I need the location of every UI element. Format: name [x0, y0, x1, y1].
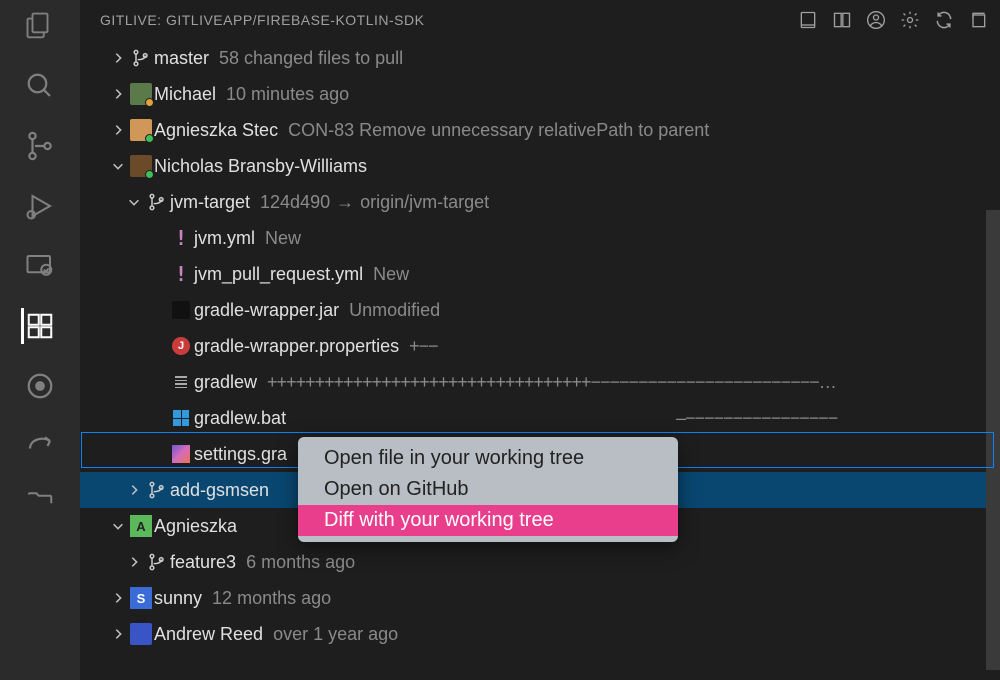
avatar — [130, 155, 152, 177]
branch-name: feature3 — [170, 552, 236, 573]
user-name: Nicholas Bransby-Williams — [154, 156, 367, 177]
diff-marks: ++++++++++++++++++++++++++++++++++−−−−−−… — [267, 372, 836, 393]
user-name: Michael — [154, 84, 216, 105]
user-name: Andrew Reed — [154, 624, 263, 645]
tree-row-file[interactable]: ! jvm.yml New — [80, 220, 1000, 256]
chevron-right-icon[interactable] — [108, 87, 128, 101]
file-name: jvm_pull_request.yml — [194, 264, 363, 285]
chevron-right-icon[interactable] — [108, 627, 128, 641]
tree-view: master 58 changed files to pull Michael … — [80, 40, 1000, 680]
tree-row-user-agnieszka-stec[interactable]: Agnieszka Stec CON-83 Remove unnecessary… — [80, 112, 1000, 148]
tree-row-branch-jvm-target[interactable]: jvm-target 124d490 → origin/jvm-target — [80, 184, 1000, 220]
share-icon[interactable] — [22, 428, 58, 464]
avatar-letter: S — [130, 587, 152, 609]
timestamp: 10 minutes ago — [226, 84, 349, 105]
files-icon[interactable] — [22, 8, 58, 44]
yaml-icon: ! — [172, 265, 190, 283]
file-name: settings.gra — [194, 444, 287, 465]
chevron-right-icon[interactable] — [124, 483, 144, 497]
file-name: gradle-wrapper.jar — [194, 300, 339, 321]
run-debug-icon[interactable] — [22, 188, 58, 224]
collapse-icon[interactable] — [968, 10, 988, 30]
split-icon[interactable] — [832, 10, 852, 30]
source-control-icon[interactable] — [22, 128, 58, 164]
windows-icon — [173, 410, 189, 426]
chevron-down-icon[interactable] — [108, 519, 128, 533]
chevron-down-icon[interactable] — [124, 195, 144, 209]
file-status: Unmodified — [349, 300, 440, 321]
account-icon[interactable] — [866, 10, 886, 30]
scrollbar[interactable] — [986, 210, 1000, 670]
commit-hash: 124d490 — [260, 192, 330, 213]
gear-icon[interactable] — [900, 10, 920, 30]
user-name: Agnieszka Stec — [154, 120, 278, 141]
avatar-letter: A — [130, 515, 152, 537]
avatar — [130, 623, 152, 645]
file-name: jvm.yml — [194, 228, 255, 249]
branch-sublabel: 58 changed files to pull — [219, 48, 403, 69]
tree-row-user-andrew[interactable]: Andrew Reed over 1 year ago — [80, 616, 1000, 652]
menu-item-open-github[interactable]: Open on GitHub — [298, 474, 678, 505]
yaml-icon: ! — [172, 229, 190, 247]
commit-msg: CON-83 Remove unnecessary relativePath t… — [288, 120, 709, 141]
tree-row-user-sunny[interactable]: S sunny 12 months ago — [80, 580, 1000, 616]
file-name: gradle-wrapper.properties — [194, 336, 399, 357]
arrow: → — [336, 192, 354, 213]
file-status: New — [265, 228, 301, 249]
branch-name: jvm-target — [170, 192, 250, 213]
tree-row-user-michael[interactable]: Michael 10 minutes ago — [80, 76, 1000, 112]
tree-row-file[interactable]: gradlew ++++++++++++++++++++++++++++++++… — [80, 364, 1000, 400]
folder-icon[interactable] — [22, 484, 58, 520]
chevron-right-icon[interactable] — [124, 555, 144, 569]
search-icon[interactable] — [22, 68, 58, 104]
file-status: New — [373, 264, 409, 285]
user-name: Agnieszka — [154, 516, 237, 537]
java-props-icon: J — [172, 337, 190, 355]
branch-name: master — [154, 48, 209, 69]
branch-name: add-gsmsen — [170, 480, 269, 501]
tree-row-file[interactable]: ! jvm_pull_request.yml New — [80, 256, 1000, 292]
text-file-icon — [173, 374, 189, 390]
menu-item-diff-working-tree[interactable]: Diff with your working tree — [298, 505, 678, 536]
avatar — [130, 83, 152, 105]
extensions-icon[interactable] — [21, 308, 57, 344]
chevron-right-icon[interactable] — [108, 123, 128, 137]
tree-row-branch-feature3[interactable]: feature3 6 months ago — [80, 544, 1000, 580]
kotlin-icon — [172, 445, 190, 463]
menu-item-open-file[interactable]: Open file in your working tree — [298, 443, 678, 474]
tree-row-master[interactable]: master 58 changed files to pull — [80, 40, 1000, 76]
remote-branch: origin/jvm-target — [360, 192, 489, 213]
timestamp: 6 months ago — [246, 552, 355, 573]
panel-title: GITLIVE: GITLIVEAPP/FIREBASE-KOTLIN-SDK — [100, 12, 424, 28]
file-name: gradlew — [194, 372, 257, 393]
timestamp: over 1 year ago — [273, 624, 398, 645]
header-actions — [798, 10, 988, 30]
avatar — [130, 119, 152, 141]
context-menu: Open file in your working tree Open on G… — [298, 437, 678, 542]
tree-row-file[interactable]: gradle-wrapper.jar Unmodified — [80, 292, 1000, 328]
panel-header: GITLIVE: GITLIVEAPP/FIREBASE-KOTLIN-SDK — [80, 0, 1000, 40]
chevron-down-icon[interactable] — [108, 159, 128, 173]
remote-explorer-icon[interactable] — [22, 248, 58, 284]
gitlens-icon[interactable] — [22, 368, 58, 404]
chevron-right-icon[interactable] — [108, 51, 128, 65]
file-name: gradlew.bat — [194, 408, 286, 429]
tree-row-file[interactable]: J gradle-wrapper.properties +−− — [80, 328, 1000, 364]
refresh-icon[interactable] — [934, 10, 954, 30]
book-icon[interactable] — [798, 10, 818, 30]
timestamp: 12 months ago — [212, 588, 331, 609]
tree-row-file-gradlew-bat[interactable]: gradlew.bat –−−−−−−−−−−−−−−−− — [80, 400, 1000, 436]
tree-row-user-nicholas[interactable]: Nicholas Bransby-Williams — [80, 148, 1000, 184]
activity-bar — [0, 0, 80, 680]
jar-icon — [172, 301, 190, 319]
diff-marks: –−−−−−−−−−−−−−−−− — [676, 408, 837, 429]
chevron-right-icon[interactable] — [108, 591, 128, 605]
user-name: sunny — [154, 588, 202, 609]
diff-marks: +−− — [409, 336, 438, 357]
